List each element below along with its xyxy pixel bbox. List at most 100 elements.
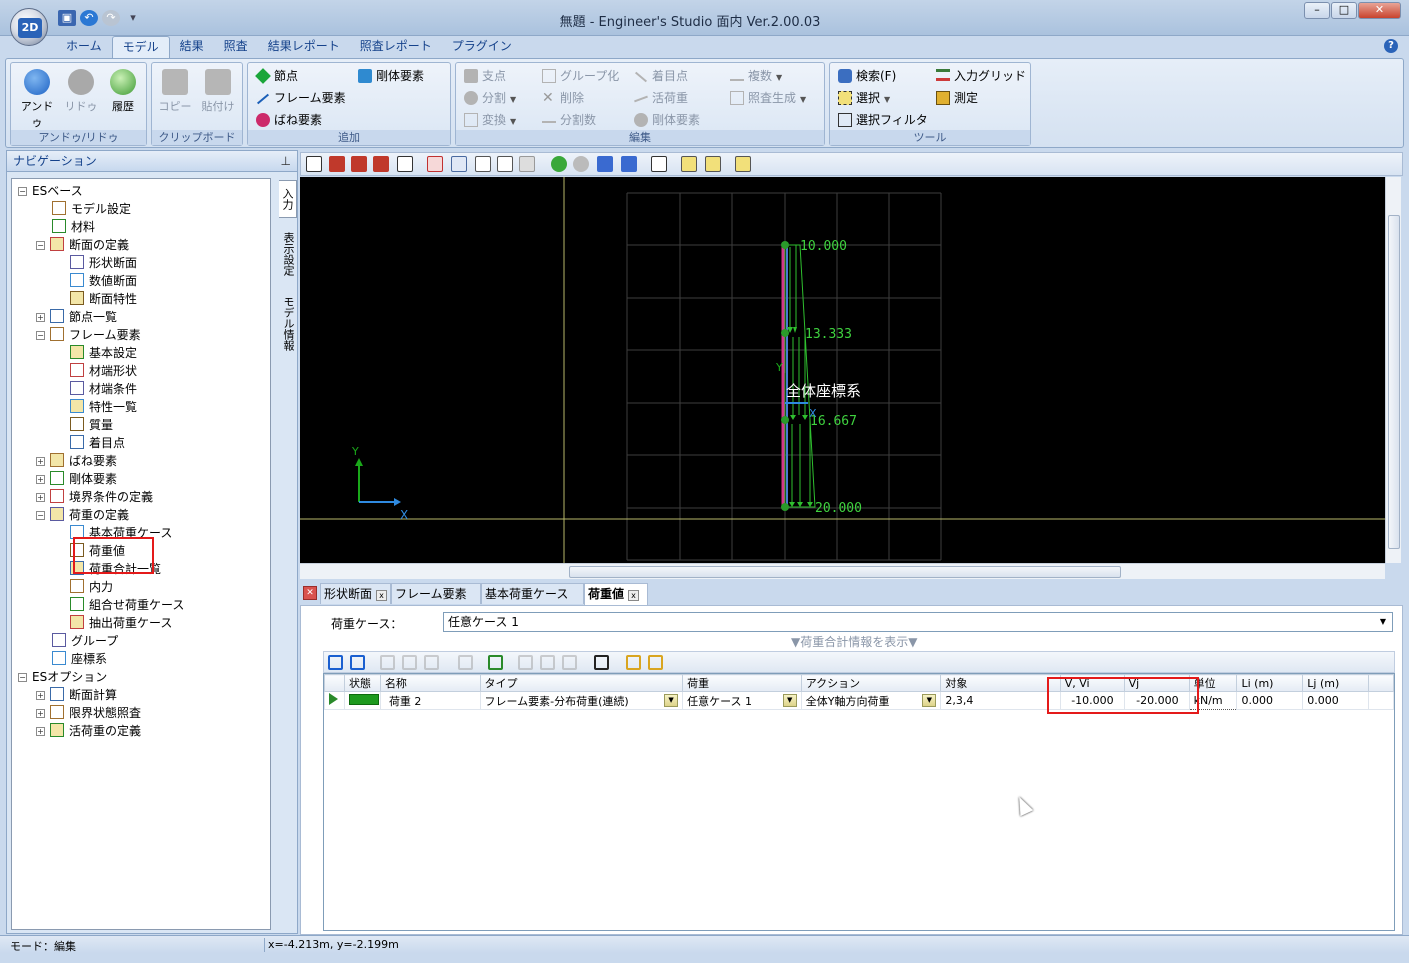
status-cell[interactable] bbox=[343, 691, 381, 710]
rotate-icon[interactable] bbox=[497, 156, 513, 172]
tree-item[interactable]: 材料 bbox=[36, 218, 95, 236]
col-status[interactable]: 状態 bbox=[343, 674, 381, 692]
move-down-icon[interactable] bbox=[402, 655, 417, 670]
tree-item[interactable]: 基本設定 bbox=[54, 344, 137, 362]
tree-item[interactable]: − ESオプション bbox=[18, 668, 107, 686]
col-type[interactable]: タイプ bbox=[479, 674, 684, 692]
collapse-icon[interactable]: − bbox=[36, 511, 45, 520]
generate-icon[interactable] bbox=[488, 655, 503, 670]
close-all-tabs-icon[interactable]: ✕ bbox=[303, 586, 317, 600]
tree-item[interactable]: + 活荷重の定義 bbox=[36, 722, 141, 740]
tree-item[interactable]: + 節点一覧 bbox=[36, 308, 117, 326]
row-indicator[interactable] bbox=[324, 691, 345, 710]
tree-item[interactable]: 断面特性 bbox=[54, 290, 137, 308]
tab-load-value[interactable]: 荷重値 x bbox=[584, 583, 648, 605]
search-button[interactable]: 検索(F) bbox=[836, 66, 896, 86]
duplicate-button[interactable]: 複数 ▼ bbox=[728, 66, 782, 86]
load-case-select[interactable]: 任意ケース 1 ▼ bbox=[443, 612, 1393, 632]
tree-item[interactable]: 質量 bbox=[54, 416, 113, 434]
cube-top-icon[interactable] bbox=[373, 156, 389, 172]
tab-home[interactable]: ホーム bbox=[56, 36, 112, 58]
collapse-icon[interactable]: − bbox=[18, 673, 27, 682]
tree-item[interactable]: + ばね要素 bbox=[36, 452, 117, 470]
show-load-total-info[interactable]: ▼荷重合計情報を表示▼ bbox=[791, 633, 917, 650]
back-icon[interactable] bbox=[551, 156, 567, 172]
orbit-icon[interactable] bbox=[519, 156, 535, 172]
tab-check[interactable]: 照査 bbox=[214, 36, 258, 58]
tree-item[interactable]: + 剛体要素 bbox=[36, 470, 117, 488]
sort-icon[interactable] bbox=[458, 655, 473, 670]
insert-row-icon[interactable] bbox=[350, 655, 365, 670]
tab-basic-load-case[interactable]: 基本荷重ケースx bbox=[481, 583, 584, 621]
type-cell[interactable]: フレーム要素-分布荷重(連続) ▼ bbox=[479, 691, 684, 710]
tree-item[interactable]: 特性一覧 bbox=[54, 398, 137, 416]
tab-result-report[interactable]: 結果レポート bbox=[258, 36, 350, 58]
delete-button[interactable]: ✕ 削除 bbox=[540, 88, 584, 108]
vtab-model-info[interactable]: モデル情報 bbox=[279, 292, 297, 354]
tree-item[interactable]: 数値断面 bbox=[54, 272, 137, 290]
minimize-button[interactable]: – bbox=[1304, 2, 1330, 19]
dropdown-arrow-icon[interactable]: ▼ bbox=[664, 694, 679, 707]
pointer-icon[interactable] bbox=[651, 156, 667, 172]
delete-row-icon[interactable] bbox=[594, 655, 609, 670]
copy-icon[interactable] bbox=[518, 655, 533, 670]
info-icon[interactable] bbox=[621, 156, 637, 172]
tree-item[interactable]: 材端形状 bbox=[54, 362, 137, 380]
select-all-icon[interactable] bbox=[306, 156, 322, 172]
dropdown-arrow-icon[interactable]: ▼ bbox=[922, 694, 937, 707]
add-row-icon[interactable] bbox=[328, 655, 343, 670]
tree-item[interactable]: 材端条件 bbox=[54, 380, 137, 398]
select-multi-icon[interactable] bbox=[705, 156, 721, 172]
add-spring-button[interactable]: ばね要素 bbox=[254, 110, 322, 130]
close-tab-icon[interactable]: x bbox=[376, 590, 388, 601]
help-icon[interactable]: ? bbox=[1384, 39, 1398, 53]
paste-icon[interactable] bbox=[540, 655, 555, 670]
expand-icon[interactable]: + bbox=[36, 691, 45, 700]
paste-button[interactable]: 貼付け bbox=[198, 67, 238, 114]
select-rect-icon[interactable] bbox=[681, 156, 697, 172]
copy-button[interactable]: コピー bbox=[155, 67, 195, 114]
vtab-input[interactable]: 入力 bbox=[279, 180, 297, 218]
tree-item[interactable]: 形状断面 bbox=[54, 254, 137, 272]
tree-item[interactable]: + 断面計算 bbox=[36, 686, 117, 704]
transform-button[interactable]: 変換 ▼ bbox=[462, 110, 516, 130]
vtab-display-settings[interactable]: 表示設定 bbox=[279, 226, 297, 282]
expand-icon[interactable]: + bbox=[36, 457, 45, 466]
lj-cell[interactable]: 0.000 bbox=[1302, 691, 1370, 710]
cube-front-icon[interactable] bbox=[329, 156, 345, 172]
select-filter-button[interactable]: 選択フィルタ bbox=[836, 110, 928, 130]
tab-plugin[interactable]: プラグイン bbox=[442, 36, 522, 58]
search-table-icon[interactable] bbox=[626, 655, 641, 670]
pin-icon[interactable]: ⊥ bbox=[281, 151, 291, 172]
zoom-window-icon[interactable] bbox=[427, 156, 443, 172]
tab-results[interactable]: 結果 bbox=[170, 36, 214, 58]
measure-button[interactable]: 測定 bbox=[934, 88, 978, 108]
expand-icon[interactable]: + bbox=[36, 313, 45, 322]
focus-point-button[interactable]: 着目点 bbox=[632, 66, 688, 86]
split-button[interactable]: 分割 ▼ bbox=[462, 88, 516, 108]
snapshot-icon[interactable] bbox=[597, 156, 613, 172]
move-bottom-icon[interactable] bbox=[424, 655, 439, 670]
tree-item[interactable]: − 断面の定義 bbox=[36, 236, 129, 254]
tree-item[interactable]: 抽出荷重ケース bbox=[54, 614, 172, 632]
tab-check-report[interactable]: 照査レポート bbox=[350, 36, 442, 58]
zoom-out-icon[interactable] bbox=[451, 156, 467, 172]
collapse-icon[interactable]: − bbox=[36, 331, 45, 340]
model-viewport[interactable]: 10.000 13.333 16.667 20.000 Y X 全体座標系 Y … bbox=[300, 177, 1385, 563]
paste-insert-icon[interactable] bbox=[562, 655, 577, 670]
filter-icon[interactable] bbox=[648, 655, 663, 670]
tree-item[interactable]: グループ bbox=[36, 632, 118, 650]
col-target[interactable]: 対象 bbox=[940, 674, 1061, 692]
cube-side-icon[interactable] bbox=[351, 156, 367, 172]
undo-button[interactable]: アンドゥ bbox=[17, 67, 57, 130]
tree-item[interactable]: + 限界状態照査 bbox=[36, 704, 141, 722]
expand-icon[interactable]: + bbox=[36, 493, 45, 502]
dropdown-arrow-icon[interactable]: ▼ bbox=[782, 694, 797, 707]
forward-icon[interactable] bbox=[573, 156, 589, 172]
move-up-icon[interactable] bbox=[380, 655, 395, 670]
tree-item[interactable]: 組合せ荷重ケース bbox=[54, 596, 184, 614]
input-grid-button[interactable]: 入力グリッド bbox=[934, 66, 1026, 86]
expand-icon[interactable]: + bbox=[36, 475, 45, 484]
tree-item[interactable]: − ESベース bbox=[18, 182, 83, 200]
tab-model[interactable]: モデル bbox=[111, 36, 170, 58]
